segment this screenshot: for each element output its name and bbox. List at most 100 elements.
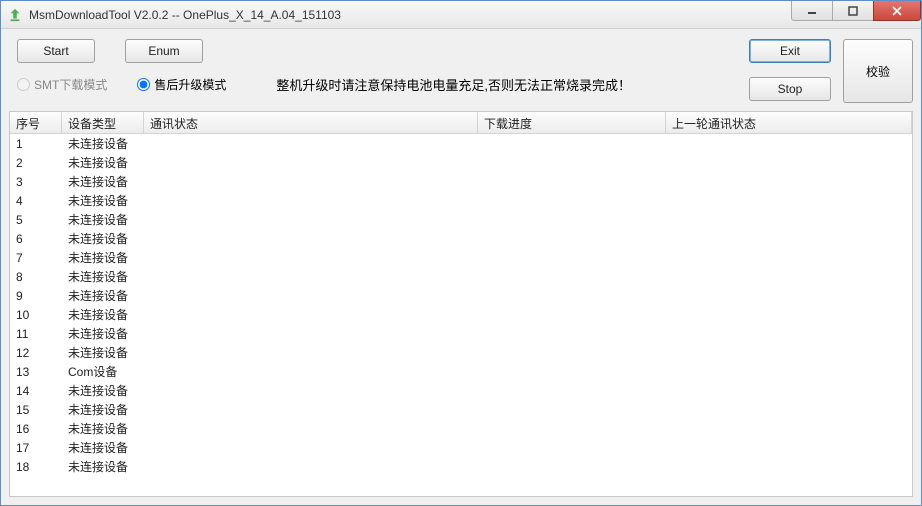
cell-comm: [144, 162, 478, 164]
table-row[interactable]: 8未连接设备: [10, 267, 912, 286]
cell-type: 未连接设备: [62, 210, 144, 229]
col-header-prog[interactable]: 下载进度: [478, 112, 666, 133]
app-window: MsmDownloadTool V2.0.2 -- OnePlus_X_14_A…: [0, 0, 922, 506]
cell-type: 未连接设备: [62, 286, 144, 305]
table-row[interactable]: 9未连接设备: [10, 286, 912, 305]
cell-last: [666, 257, 912, 259]
verify-button[interactable]: 校验: [843, 39, 913, 103]
cell-type: 未连接设备: [62, 381, 144, 400]
cell-comm: [144, 238, 478, 240]
app-icon: [7, 7, 23, 23]
stop-button[interactable]: Stop: [749, 77, 831, 101]
table-row[interactable]: 17未连接设备: [10, 438, 912, 457]
table-row[interactable]: 2未连接设备: [10, 153, 912, 172]
table-row[interactable]: 16未连接设备: [10, 419, 912, 438]
table-row[interactable]: 4未连接设备: [10, 191, 912, 210]
cell-num: 6: [10, 231, 62, 247]
cell-prog: [478, 238, 666, 240]
table-row[interactable]: 12未连接设备: [10, 343, 912, 362]
table-row[interactable]: 15未连接设备: [10, 400, 912, 419]
table-row[interactable]: 11未连接设备: [10, 324, 912, 343]
cell-type: 未连接设备: [62, 305, 144, 324]
cell-num: 7: [10, 250, 62, 266]
cell-prog: [478, 295, 666, 297]
cell-type: 未连接设备: [62, 153, 144, 172]
cell-comm: [144, 200, 478, 202]
cell-type: 未连接设备: [62, 419, 144, 438]
cell-prog: [478, 162, 666, 164]
cell-prog: [478, 409, 666, 411]
col-header-type[interactable]: 设备类型: [62, 112, 144, 133]
table-row[interactable]: 7未连接设备: [10, 248, 912, 267]
window-controls: [792, 1, 921, 28]
table-row[interactable]: 13Com设备: [10, 362, 912, 381]
cell-prog: [478, 333, 666, 335]
cell-type: 未连接设备: [62, 248, 144, 267]
col-header-num[interactable]: 序号: [10, 112, 62, 133]
cell-prog: [478, 371, 666, 373]
cell-last: [666, 371, 912, 373]
cell-num: 10: [10, 307, 62, 323]
cell-num: 18: [10, 459, 62, 475]
col-header-comm[interactable]: 通讯状态: [144, 112, 478, 133]
content-area: Start Enum SMT下载模式 售后升级模式 整机升级: [1, 29, 921, 505]
cell-last: [666, 238, 912, 240]
cell-prog: [478, 314, 666, 316]
cell-num: 12: [10, 345, 62, 361]
cell-last: [666, 390, 912, 392]
cell-last: [666, 352, 912, 354]
table-row[interactable]: 3未连接设备: [10, 172, 912, 191]
mode-radio-group: SMT下载模式 售后升级模式: [17, 76, 226, 93]
cell-last: [666, 409, 912, 411]
cell-comm: [144, 447, 478, 449]
enum-button[interactable]: Enum: [125, 39, 203, 63]
start-button[interactable]: Start: [17, 39, 95, 63]
cell-num: 17: [10, 440, 62, 456]
close-button[interactable]: [873, 1, 921, 21]
titlebar[interactable]: MsmDownloadTool V2.0.2 -- OnePlus_X_14_A…: [1, 1, 921, 29]
table-row[interactable]: 14未连接设备: [10, 381, 912, 400]
cell-last: [666, 181, 912, 183]
device-table: 序号 设备类型 通讯状态 下载进度 上一轮通讯状态 1未连接设备2未连接设备3未…: [9, 111, 913, 497]
cell-num: 8: [10, 269, 62, 285]
col-header-last[interactable]: 上一轮通讯状态: [666, 112, 912, 133]
table-row[interactable]: 10未连接设备: [10, 305, 912, 324]
minimize-button[interactable]: [791, 1, 833, 21]
cell-prog: [478, 200, 666, 202]
top-controls: Start Enum SMT下载模式 售后升级模式 整机升级: [9, 39, 913, 103]
table-row[interactable]: 1未连接设备: [10, 134, 912, 153]
cell-comm: [144, 371, 478, 373]
cell-last: [666, 219, 912, 221]
cell-num: 9: [10, 288, 62, 304]
cell-prog: [478, 181, 666, 183]
cell-comm: [144, 352, 478, 354]
after-sale-mode-radio[interactable]: 售后升级模式: [137, 76, 226, 93]
cell-type: 未连接设备: [62, 438, 144, 457]
cell-num: 5: [10, 212, 62, 228]
cell-type: 未连接设备: [62, 267, 144, 286]
cell-prog: [478, 219, 666, 221]
cell-num: 13: [10, 364, 62, 380]
smt-mode-radio[interactable]: SMT下载模式: [17, 76, 107, 93]
cell-comm: [144, 333, 478, 335]
cell-num: 3: [10, 174, 62, 190]
cell-prog: [478, 466, 666, 468]
maximize-button[interactable]: [832, 1, 874, 21]
cell-type: 未连接设备: [62, 191, 144, 210]
cell-last: [666, 162, 912, 164]
table-body[interactable]: 1未连接设备2未连接设备3未连接设备4未连接设备5未连接设备6未连接设备7未连接…: [10, 134, 912, 496]
cell-prog: [478, 276, 666, 278]
cell-num: 4: [10, 193, 62, 209]
cell-last: [666, 333, 912, 335]
cell-comm: [144, 466, 478, 468]
cell-num: 11: [10, 326, 62, 342]
exit-button[interactable]: Exit: [749, 39, 831, 63]
table-row[interactable]: 18未连接设备: [10, 457, 912, 476]
table-row[interactable]: 5未连接设备: [10, 210, 912, 229]
cell-num: 16: [10, 421, 62, 437]
cell-prog: [478, 143, 666, 145]
cell-prog: [478, 352, 666, 354]
notice-text: 整机升级时请注意保持电池电量充足,否则无法正常烧录完成！: [226, 75, 741, 94]
cell-prog: [478, 447, 666, 449]
table-row[interactable]: 6未连接设备: [10, 229, 912, 248]
